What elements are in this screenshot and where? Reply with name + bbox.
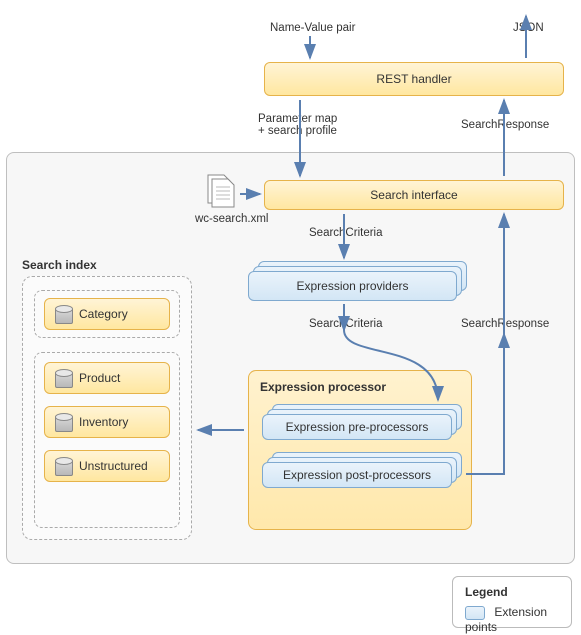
search-index-title: Search index xyxy=(22,258,97,272)
cylinder-icon xyxy=(55,305,71,323)
expression-processor-container xyxy=(248,370,472,530)
search-response-lower-label: SearchResponse xyxy=(461,318,549,330)
legend-row: Extension points xyxy=(465,605,559,634)
search-response-upper-label: SearchResponse xyxy=(461,119,549,131)
wc-search-xml-label: wc-search.xml xyxy=(195,213,268,225)
rest-handler-label: REST handler xyxy=(376,72,451,86)
index-item-category: Category xyxy=(44,298,170,330)
legend-swatch-icon xyxy=(465,606,485,620)
legend-box: Legend Extension points xyxy=(452,576,572,628)
cylinder-icon xyxy=(55,369,71,387)
index-item-product: Product xyxy=(44,362,170,394)
expression-post-label: Expression post-processors xyxy=(283,468,431,482)
index-item-product-label: Product xyxy=(79,371,120,385)
expression-pre-box: Expression pre-processors xyxy=(262,414,452,440)
search-interface-box: Search interface xyxy=(264,180,564,210)
search-criteria-1-label: SearchCriteria xyxy=(309,227,383,239)
expression-processor-title: Expression processor xyxy=(260,380,386,394)
index-item-unstructured: Unstructured xyxy=(44,450,170,482)
file-icon xyxy=(202,173,242,214)
index-item-inventory: Inventory xyxy=(44,406,170,438)
index-item-category-label: Category xyxy=(79,307,128,321)
search-criteria-2-label: SearchCriteria xyxy=(309,318,383,330)
index-item-unstructured-label: Unstructured xyxy=(79,459,148,473)
legend-title: Legend xyxy=(465,585,559,599)
expression-pre-label: Expression pre-processors xyxy=(286,420,429,434)
output-label: JSON xyxy=(513,22,544,34)
index-item-inventory-label: Inventory xyxy=(79,415,128,429)
cylinder-icon xyxy=(55,457,71,475)
expression-providers-label: Expression providers xyxy=(296,279,408,293)
input-label: Name-Value pair xyxy=(270,22,355,34)
search-interface-label: Search interface xyxy=(370,188,457,202)
expression-post-box: Expression post-processors xyxy=(262,462,452,488)
param-map-label: Parameter map + search profile xyxy=(258,113,337,137)
expression-providers-box: Expression providers xyxy=(248,271,457,301)
cylinder-icon xyxy=(55,413,71,431)
rest-handler-box: REST handler xyxy=(264,62,564,96)
